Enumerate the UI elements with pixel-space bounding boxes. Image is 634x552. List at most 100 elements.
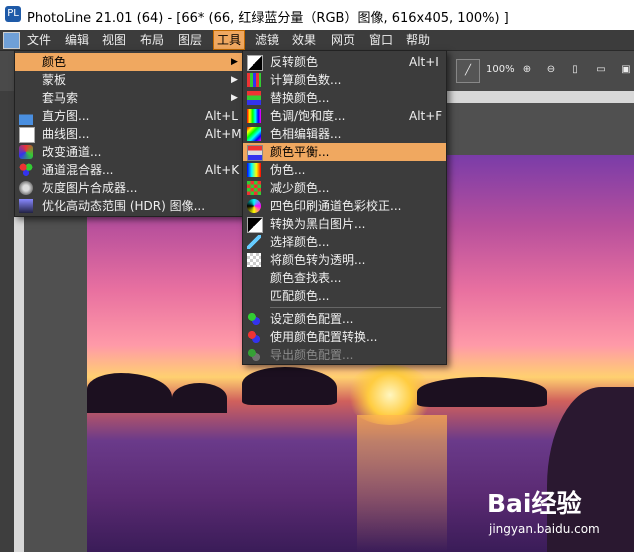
menu_tools-item-4[interactable]: 曲线图... Alt+M [15,125,244,143]
menu-4[interactable]: 图层 [175,31,205,49]
count-colors-icon [247,73,261,87]
menu_color-item-1[interactable]: 计算颜色数... [243,71,446,89]
menu-item-label: 色调/饱和度... [270,109,346,123]
title-bar: PL PhotoLine 21.01 (64) - [66* (66, 红绿蓝分… [0,0,634,30]
zoom-in-icon[interactable]: ⊕ [516,59,538,81]
watermark-url: jingyan.baidu.com [489,522,600,536]
window-title: PhotoLine 21.01 (64) - [66* (66, 红绿蓝分量（R… [27,11,509,26]
menu_tools-item-5[interactable]: 改变通道... [15,143,244,161]
menu_tools-item-0[interactable]: 颜色 ▶ [15,53,244,71]
menu_color-item-10[interactable]: 选择颜色... [243,233,446,251]
menu-item-label: 反转颜色 [270,55,319,69]
rock-left-2 [172,383,227,413]
watermark-brand: Bai经验 [487,489,582,518]
sun-reflection [357,415,447,552]
menu_color-item-15[interactable]: 设定颜色配置... [243,310,446,328]
menu-5[interactable]: 工具 [212,30,246,50]
menu_color-item-11[interactable]: 将颜色转为透明... [243,251,446,269]
menu-0[interactable]: 文件 [24,31,54,49]
menu-item-label: 设定颜色配置... [270,312,354,326]
rock-center-left [242,367,337,405]
cmyk-correction-icon [247,199,261,213]
menu_tools-item-8[interactable]: 优化高动态范围 (HDR) 图像... [15,197,244,215]
menu-item-label: 优化高动态范围 (HDR) 图像... [42,199,206,213]
menu_tools-item-6[interactable]: 通道混合器... Alt+K [15,161,244,179]
menu_color-item-8[interactable]: 四色印刷通道色彩校正... [243,197,446,215]
match-color-icon [247,289,261,303]
menu_color-item-16[interactable]: 使用颜色配置转换... [243,328,446,346]
menu-item-label: 导出颜色配置... [270,348,354,362]
menu_color-item-7[interactable]: 减少颜色... [243,179,446,197]
menu-item-label: 灰度图片合成器... [42,181,138,195]
menu-item-label: 转换为黑白图片... [270,217,366,231]
menu-item-label: 减少颜色... [270,181,330,195]
blank-icon [19,73,33,87]
menu-item-label: 颜色 [42,55,67,69]
menu_tools-item-7[interactable]: 灰度图片合成器... [15,179,244,197]
document-menu-icon[interactable] [3,32,20,49]
shortcut-label: Alt+M [205,127,242,141]
menu_tools-item-1[interactable]: 蒙板 ▶ [15,71,244,89]
menu-item-label: 四色印刷通道色彩校正... [270,199,402,213]
menu-item-label: 直方图... [42,109,90,123]
menu-item-label: 匹配颜色... [270,289,330,303]
line-tool-icon[interactable]: ╱ [456,59,480,83]
menu_color-item-3[interactable]: 色调/饱和度... Alt+F [243,107,446,125]
menu-2[interactable]: 视图 [99,31,129,49]
menu_color-item-12[interactable]: 颜色查找表... [243,269,446,287]
channel-mixer-icon [19,163,33,177]
menu-7[interactable]: 效果 [289,31,319,49]
menu_color-item-17: 导出颜色配置... [243,346,446,364]
menu-item-label: 计算颜色数... [270,73,342,87]
menu_color-item-5[interactable]: 颜色平衡... [243,143,446,161]
shortcut-label: Alt+F [409,109,443,123]
hdr-icon [19,199,33,213]
menu_color-item-13[interactable]: 匹配颜色... [243,287,446,305]
grayscale-mixer-icon [19,181,33,195]
menu-9[interactable]: 窗口 [366,31,396,49]
menu-3[interactable]: 布局 [137,31,167,49]
menu-item-label: 选择颜色... [270,235,330,249]
menu_tools-item-2[interactable]: 套马索 ▶ [15,89,244,107]
shortcut-label: Alt+I [409,55,439,69]
zoom-out-icon[interactable]: ⊖ [540,59,562,81]
hue-saturation-icon [247,109,261,123]
menu_color-item-9[interactable]: 转换为黑白图片... [243,215,446,233]
invert-icon [247,55,263,71]
histogram-icon [19,109,33,125]
photoline-app-icon[interactable]: PL [5,6,21,22]
tools-menu: 颜色 ▶ 蒙板 ▶ 套马索 ▶ 直方图... Alt+L 曲线图... Alt+M 改变通道... 通… [14,50,245,217]
menu-6[interactable]: 滤镜 [252,31,282,49]
menu_color-item-6[interactable]: 伪色... [243,161,446,179]
submenu-arrow-icon: ▶ [231,57,238,67]
menu_color-item-2[interactable]: 替换颜色... [243,89,446,107]
more-tools-icon[interactable]: ▣ [615,59,634,81]
tool-strip [0,91,15,552]
menu_tools-item-3[interactable]: 直方图... Alt+L [15,107,244,125]
zoom-100-button[interactable]: 100% [486,59,515,81]
channels-icon [19,145,33,159]
blank-icon [19,91,33,105]
color-to-alpha-icon [247,253,261,267]
menu_color-item-4[interactable]: 色相编辑器... [243,125,446,143]
menu-10[interactable]: 帮助 [403,31,433,49]
menu-item-label: 伪色... [270,163,306,177]
menu-item-label: 颜色平衡... [270,145,330,159]
replace-color-icon [247,91,261,105]
menu_color-item-0[interactable]: 反转颜色 Alt+I [243,53,446,71]
convert-profile-icon [247,330,261,344]
color-profile-icon [247,312,261,326]
menu-item-label: 颜色查找表... [270,271,342,285]
shortcut-label: Alt+L [205,109,238,123]
menu-8[interactable]: 网页 [328,31,358,49]
baidu-watermark: Bai经验 jingyan.baidu.com [487,482,627,544]
hue-editor-icon [247,127,261,141]
menu-1[interactable]: 编辑 [62,31,92,49]
page-fit-icon[interactable]: ▭ [590,59,612,81]
menu-item-label: 套马索 [42,91,79,105]
menu-item-label: 将颜色转为透明... [270,253,366,267]
page-icon[interactable]: ▯ [564,59,586,81]
blank-icon [19,55,33,69]
reduce-colors-icon [247,181,261,195]
submenu-arrow-icon: ▶ [231,75,238,85]
